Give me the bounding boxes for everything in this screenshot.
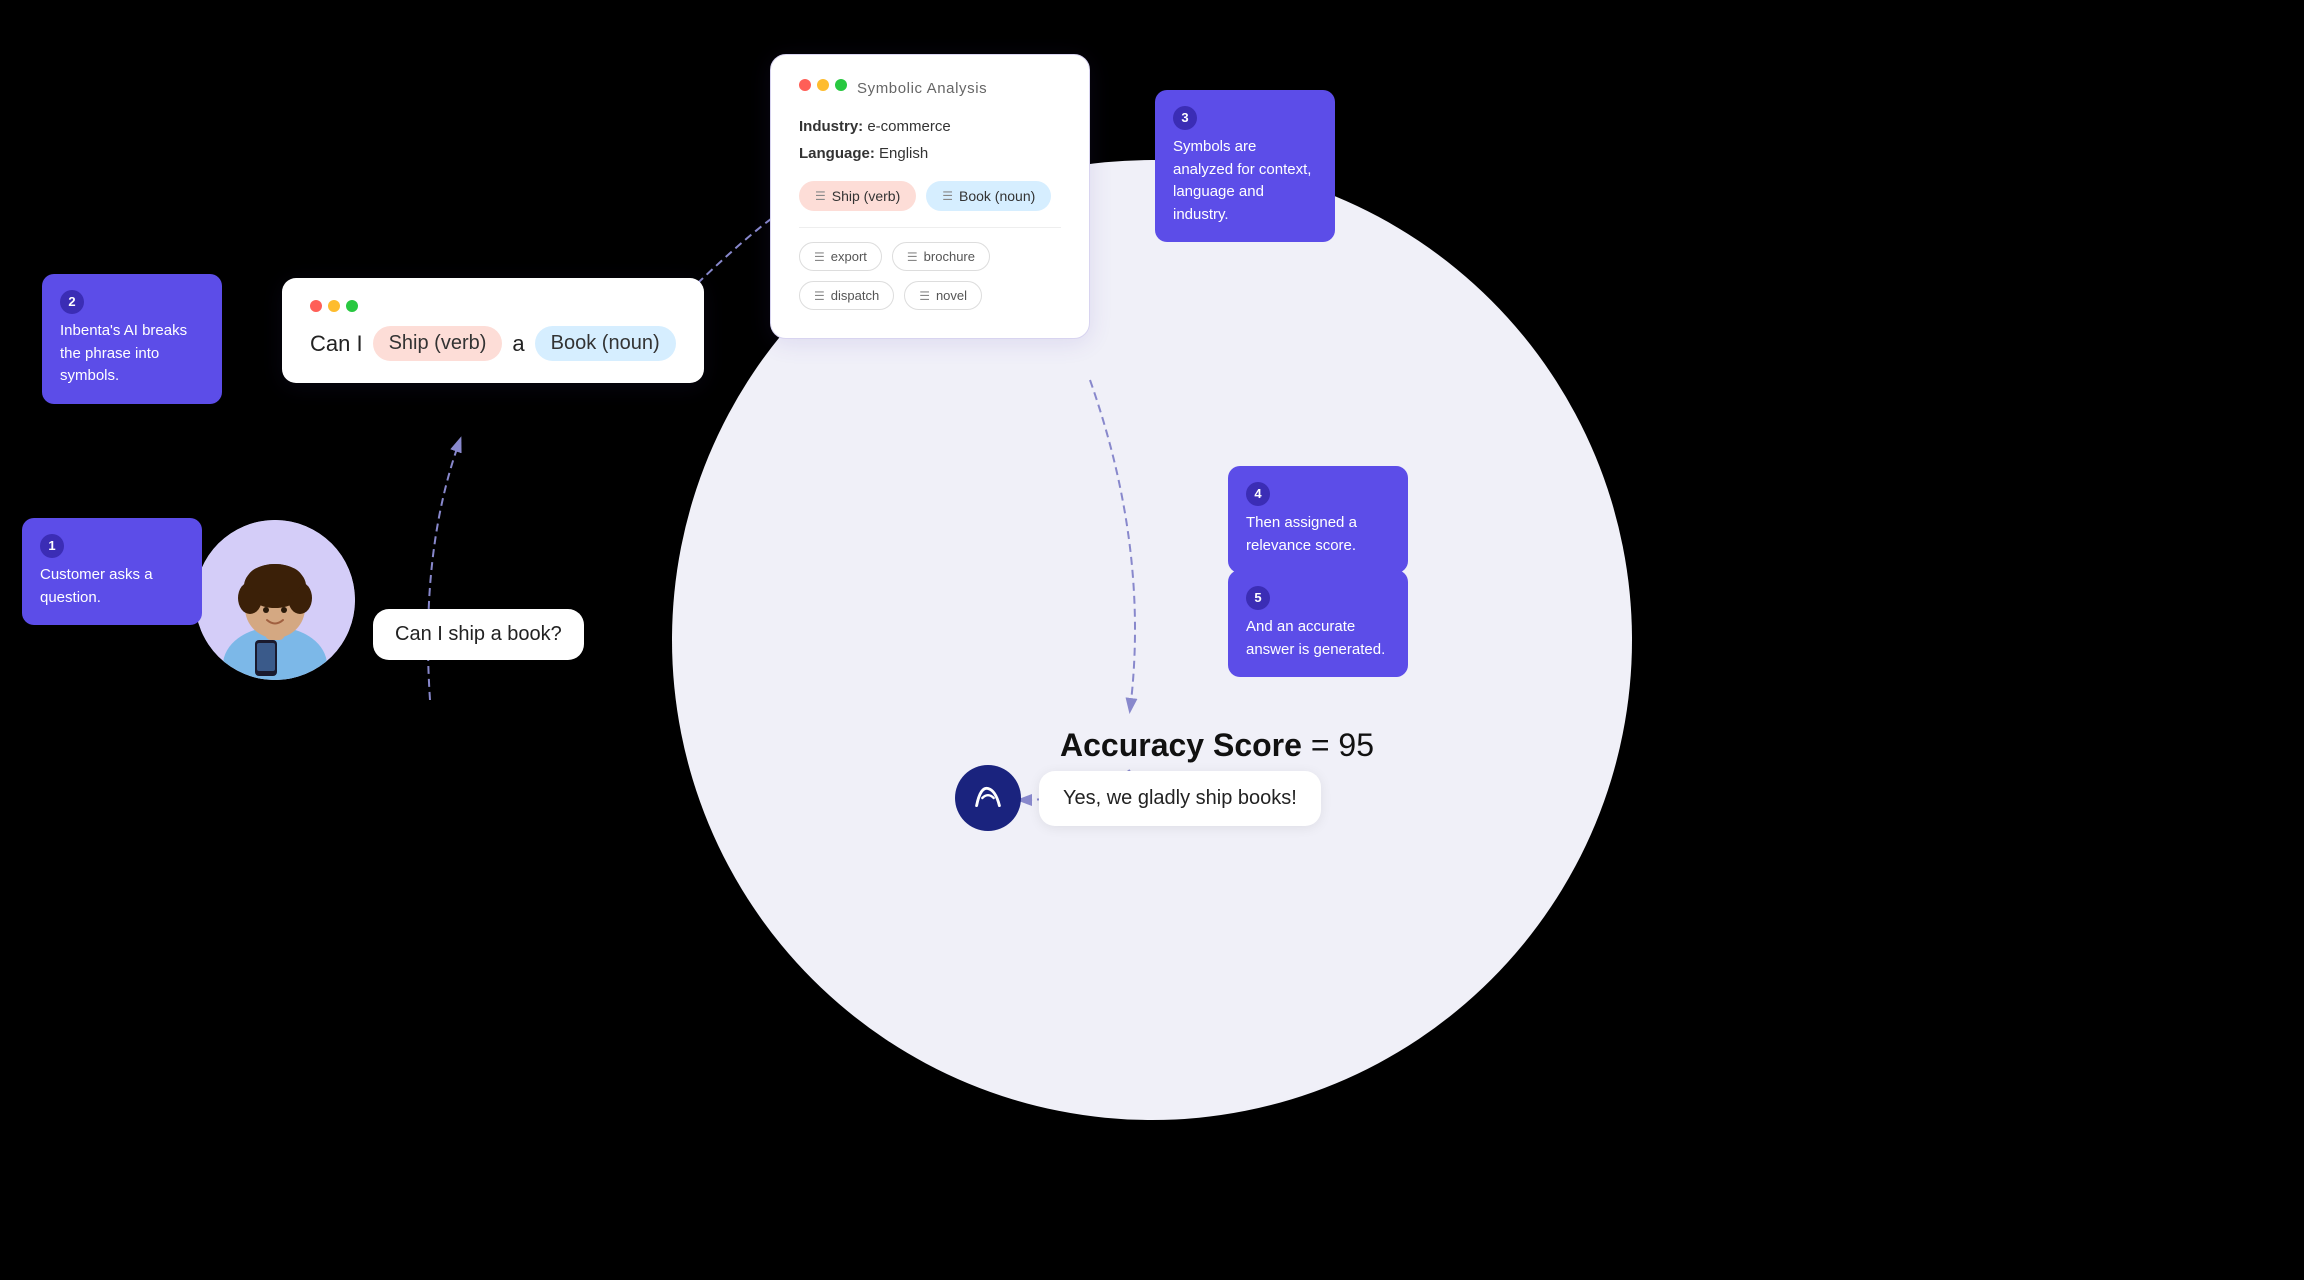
secondary-row-1: ☰ export ☰ brochure (799, 242, 1061, 271)
tooltip-text-2: Inbenta's AI breaks the phrase into symb… (60, 320, 204, 388)
tooltip-num-3: 3 (1173, 106, 1197, 130)
stag-dispatch: ☰ dispatch (799, 281, 894, 310)
tooltip-num-1: 1 (40, 534, 64, 558)
dot-green (346, 300, 358, 312)
tooltip-text-1: Customer asks a question. (40, 564, 184, 609)
tooltip-text-3: Symbols are analyzed for context, langua… (1173, 136, 1317, 226)
answer-section: Yes, we gladly ship books! (955, 765, 1321, 831)
phrase-card: Can I Ship (verb) a Book (noun) (282, 278, 704, 383)
tooltip-5: 5 And an accurate answer is generated. (1228, 570, 1408, 677)
analysis-tag-ship: ☰ Ship (verb) (799, 181, 916, 211)
tooltip-num-4: 4 (1246, 482, 1270, 506)
stag-export: ☰ export (799, 242, 882, 271)
analysis-tag-book: ☰ Book (noun) (926, 181, 1051, 211)
question-bubble: Can I ship a book? (373, 609, 584, 660)
phrase-tag-ship: Ship (verb) (373, 326, 503, 361)
tooltip-text-4: Then assigned a relevance score. (1246, 512, 1390, 557)
tooltip-num-5: 5 (1246, 586, 1270, 610)
tooltip-num-2: 2 (60, 290, 84, 314)
divider (799, 227, 1061, 228)
customer-avatar-svg (195, 520, 355, 680)
answer-text: Yes, we gladly ship books! (1039, 771, 1321, 826)
tooltip-4: 4 Then assigned a relevance score. (1228, 466, 1408, 573)
accuracy-label: Accuracy Score (1060, 727, 1302, 763)
analysis-title: Symbolic Analysis (857, 80, 987, 97)
industry-label: Industry: (799, 118, 863, 135)
inbenta-logo-icon (969, 779, 1007, 817)
dot-green-2 (835, 79, 847, 91)
dot-red-2 (799, 79, 811, 91)
analysis-tag-ship-label: Ship (verb) (832, 188, 900, 204)
customer-photo (195, 520, 355, 680)
analysis-meta: Industry: e-commerce Language: English (799, 113, 1061, 167)
language-value: English (879, 145, 928, 162)
language-label: Language: (799, 145, 875, 162)
answer-avatar (955, 765, 1021, 831)
analysis-tag-book-label: Book (noun) (959, 188, 1035, 204)
tooltip-text-5: And an accurate answer is generated. (1246, 616, 1390, 661)
tag-icon-ship: ☰ (815, 189, 826, 203)
accuracy-score: Accuracy Score = 95 (1060, 727, 1374, 764)
tag-icon-book: ☰ (942, 189, 953, 203)
tooltip-3: 3 Symbols are analyzed for context, lang… (1155, 90, 1335, 242)
tag-icon-brochure: ☰ (907, 250, 918, 264)
phrase-row: Can I Ship (verb) a Book (noun) (310, 326, 676, 361)
phrase-tag-book: Book (noun) (535, 326, 676, 361)
secondary-tags: ☰ export ☰ brochure ☰ dispatch ☰ novel (799, 242, 1061, 310)
dot-yellow-2 (817, 79, 829, 91)
accuracy-value: = 95 (1302, 727, 1374, 763)
tooltip-1: 1 Customer asks a question. (22, 518, 202, 625)
dot-red (310, 300, 322, 312)
phrase-text-can: Can I (310, 331, 363, 357)
tag-icon-dispatch: ☰ (814, 289, 825, 303)
analysis-card-header: Symbolic Analysis (799, 79, 1061, 97)
analysis-card: Symbolic Analysis Industry: e-commerce L… (770, 54, 1090, 339)
stag-brochure: ☰ brochure (892, 242, 990, 271)
tag-icon-export: ☰ (814, 250, 825, 264)
stag-novel: ☰ novel (904, 281, 982, 310)
secondary-row-2: ☰ dispatch ☰ novel (799, 281, 1061, 310)
primary-tags: ☰ Ship (verb) ☰ Book (noun) (799, 181, 1061, 211)
analysis-dots (799, 79, 847, 91)
dot-yellow (328, 300, 340, 312)
phrase-text-a: a (512, 331, 524, 357)
tooltip-2: 2 Inbenta's AI breaks the phrase into sy… (42, 274, 222, 404)
window-dots (310, 300, 676, 312)
industry-value: e-commerce (867, 118, 950, 135)
customer-section: Can I ship a book? (195, 520, 584, 680)
tag-icon-novel: ☰ (919, 289, 930, 303)
